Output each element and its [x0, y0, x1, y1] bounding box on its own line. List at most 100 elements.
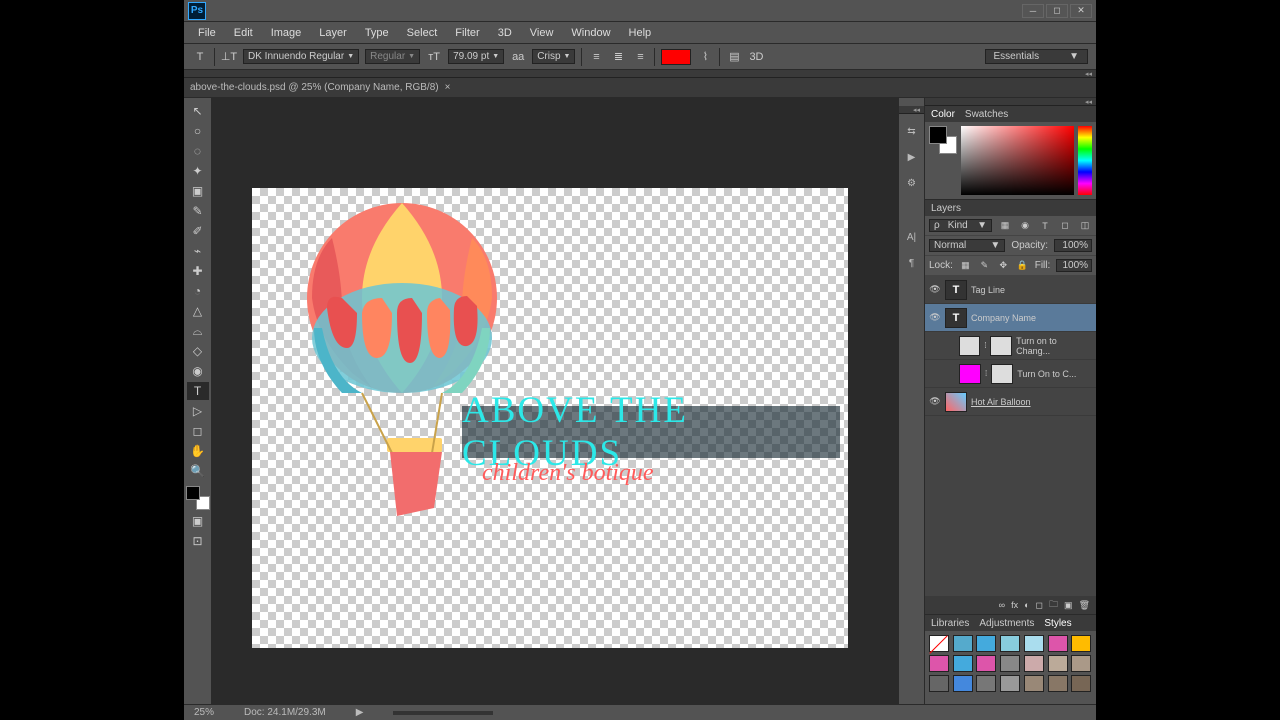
font-family-dropdown[interactable]: DK Innuendo Regular▼ — [243, 49, 359, 64]
style-swatch[interactable] — [1024, 675, 1044, 692]
tab-layers[interactable]: Layers — [931, 203, 961, 214]
tab-libraries[interactable]: Libraries — [931, 618, 969, 629]
hue-slider[interactable] — [1078, 126, 1092, 195]
new-layer-icon[interactable]: ▣ — [1064, 600, 1073, 611]
tool-gradient[interactable]: ⌓ — [187, 322, 209, 340]
style-swatch[interactable] — [929, 635, 949, 652]
layer-row[interactable]: 👁TCompany Name — [925, 304, 1096, 332]
fx-icon[interactable]: fx — [1011, 600, 1018, 610]
color-field[interactable] — [961, 126, 1074, 195]
style-swatch[interactable] — [1000, 635, 1020, 652]
tool-blur[interactable]: ◇ — [187, 342, 209, 360]
tool-crop[interactable]: ▣ — [187, 182, 209, 200]
style-swatch[interactable] — [1048, 635, 1068, 652]
panel-collapse-left[interactable]: ◂◂ — [184, 70, 1096, 78]
visibility-icon[interactable] — [929, 340, 941, 352]
font-size-dropdown[interactable]: 79.09 pt▼ — [448, 49, 504, 64]
align-right-icon[interactable]: ≡ — [632, 49, 648, 65]
menu-3d[interactable]: 3D — [490, 25, 520, 41]
blend-mode-dropdown[interactable]: Normal▼ — [929, 239, 1005, 252]
style-swatch[interactable] — [953, 635, 973, 652]
style-swatch[interactable] — [1048, 675, 1068, 692]
tool-shape[interactable]: ◻ — [187, 422, 209, 440]
properties-icon[interactable]: ⚙ — [903, 174, 921, 192]
style-swatch[interactable] — [976, 655, 996, 672]
paragraph-icon[interactable]: ¶ — [903, 254, 921, 272]
menu-type[interactable]: Type — [357, 25, 397, 41]
adjustment-icon[interactable]: ◻ — [1036, 600, 1043, 611]
menu-window[interactable]: Window — [563, 25, 618, 41]
style-swatch[interactable] — [1000, 675, 1020, 692]
status-caret[interactable]: ▶ — [356, 707, 364, 718]
character-panel-icon[interactable]: ▤ — [726, 49, 742, 65]
tool-hand[interactable]: ✋ — [187, 442, 209, 460]
style-swatch[interactable] — [1024, 655, 1044, 672]
font-weight-dropdown[interactable]: Regular▼ — [365, 49, 420, 64]
lock-pixels-icon[interactable]: ▦ — [959, 259, 972, 273]
style-swatch[interactable] — [953, 655, 973, 672]
warp-text-icon[interactable]: ⌇ — [697, 49, 713, 65]
layer-row[interactable]: ⁞Turn on to Chang... — [925, 332, 1096, 360]
actions-icon[interactable]: ▶ — [903, 148, 921, 166]
style-swatch[interactable] — [1048, 655, 1068, 672]
tab-styles[interactable]: Styles — [1044, 618, 1071, 629]
menu-select[interactable]: Select — [399, 25, 446, 41]
style-swatch[interactable] — [1000, 655, 1020, 672]
quick-mask-icon[interactable]: ▣ — [187, 512, 209, 530]
character-icon[interactable]: A| — [903, 228, 921, 246]
document-tab[interactable]: above-the-clouds.psd @ 25% (Company Name… — [190, 82, 439, 93]
visibility-icon[interactable]: 👁 — [929, 284, 941, 296]
lock-position-icon[interactable]: ✎ — [978, 259, 991, 273]
menu-filter[interactable]: Filter — [447, 25, 487, 41]
tool-heal[interactable]: ✐ — [187, 222, 209, 240]
style-swatch[interactable] — [976, 635, 996, 652]
tool-move[interactable]: ↖ — [187, 102, 209, 120]
filter-adjust-icon[interactable]: ◉ — [1018, 219, 1032, 233]
menu-help[interactable]: Help — [621, 25, 660, 41]
filter-smart-icon[interactable]: ◫ — [1078, 219, 1092, 233]
status-slider[interactable] — [393, 711, 493, 715]
text-orientation-icon[interactable]: ⊥T — [221, 49, 237, 65]
layer-row[interactable]: ⁞Turn On to C... — [925, 360, 1096, 388]
menu-edit[interactable]: Edit — [226, 25, 261, 41]
menu-layer[interactable]: Layer — [311, 25, 355, 41]
filter-type-icon[interactable]: T — [1038, 219, 1052, 233]
filter-shape-icon[interactable]: ◻ — [1058, 219, 1072, 233]
layer-row[interactable]: 👁TTag Line — [925, 276, 1096, 304]
panel-collapse-right[interactable]: ◂◂ — [925, 98, 1096, 106]
style-swatch[interactable] — [929, 655, 949, 672]
tool-stamp[interactable]: ✚ — [187, 262, 209, 280]
visibility-icon[interactable]: 👁 — [929, 396, 941, 408]
tool-eraser[interactable]: △ — [187, 302, 209, 320]
style-swatch[interactable] — [976, 675, 996, 692]
tag-line-text[interactable]: children's botique — [482, 460, 654, 487]
style-swatch[interactable] — [1024, 635, 1044, 652]
tool-brush[interactable]: ⌁ — [187, 242, 209, 260]
color-fgbg[interactable] — [929, 126, 957, 154]
canvas-area[interactable]: ABOVE THE CLOUDS children's botique — [212, 98, 898, 704]
tool-wand[interactable]: ✦ — [187, 162, 209, 180]
tool-type[interactable]: T — [187, 382, 209, 400]
delete-layer-icon[interactable]: 🗑 — [1079, 600, 1090, 611]
style-swatch[interactable] — [1071, 635, 1091, 652]
tool-zoom[interactable]: 🔍 — [187, 462, 209, 480]
lock-all-icon[interactable]: 🔒 — [1016, 259, 1029, 273]
tool-marquee[interactable]: ○ — [187, 122, 209, 140]
opacity-value[interactable]: 100% — [1054, 239, 1092, 252]
layer-row[interactable]: 👁Hot Air Balloon — [925, 388, 1096, 416]
antialias-dropdown[interactable]: Crisp▼ — [532, 49, 575, 64]
tab-adjustments[interactable]: Adjustments — [979, 618, 1034, 629]
style-swatch[interactable] — [953, 675, 973, 692]
style-swatch[interactable] — [929, 675, 949, 692]
document-canvas[interactable]: ABOVE THE CLOUDS children's botique — [252, 188, 848, 648]
align-left-icon[interactable]: ≡ — [588, 49, 604, 65]
visibility-icon[interactable]: 👁 — [929, 312, 941, 324]
filter-pixel-icon[interactable]: ▦ — [998, 219, 1012, 233]
mask-icon[interactable]: ◐ — [1024, 600, 1029, 610]
workspace-selector[interactable]: Essentials▼ — [985, 49, 1088, 64]
tab-swatches[interactable]: Swatches — [965, 109, 1008, 120]
lock-move-icon[interactable]: ✥ — [997, 259, 1010, 273]
group-icon[interactable]: 🗀 — [1049, 597, 1058, 613]
menu-file[interactable]: File — [190, 25, 224, 41]
link-layers-icon[interactable]: ∞ — [999, 600, 1005, 610]
